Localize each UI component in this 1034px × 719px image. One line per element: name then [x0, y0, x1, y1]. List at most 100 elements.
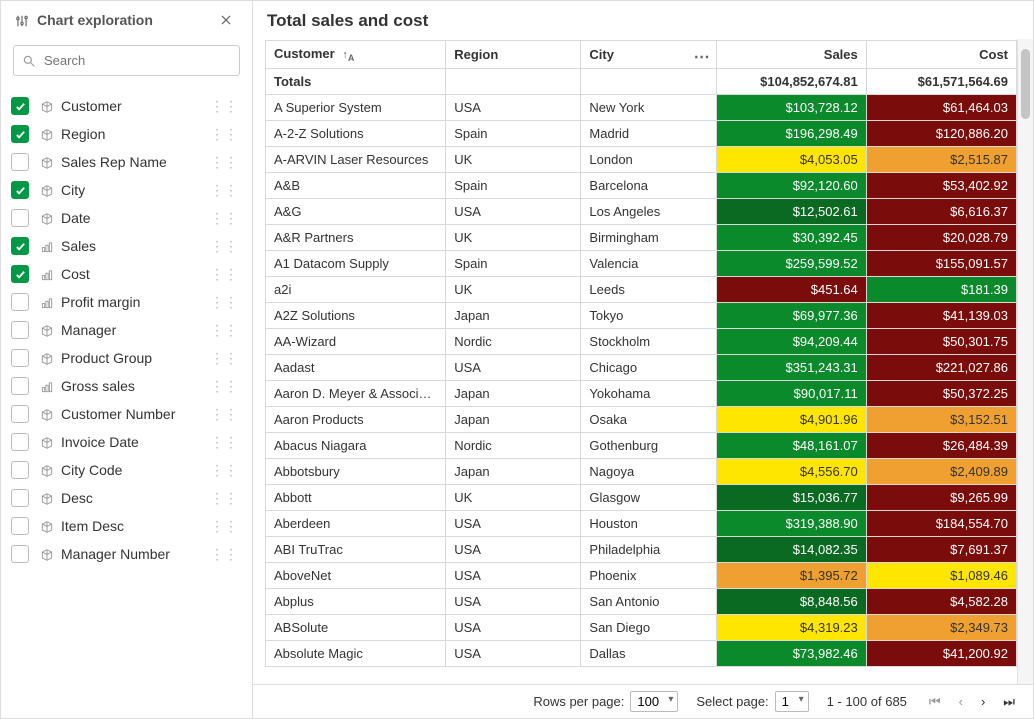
drag-handle-icon[interactable]: ⋮⋮ [206, 406, 242, 423]
drag-handle-icon[interactable]: ⋮⋮ [206, 266, 242, 283]
table-row[interactable]: AbbotsburyJapanNagoya$4,556.70$2,409.89 [266, 459, 1017, 485]
checkbox[interactable] [11, 125, 29, 143]
field-row[interactable]: Sales⋮⋮ [7, 232, 246, 260]
table-row[interactable]: AadastUSAChicago$351,243.31$221,027.86 [266, 355, 1017, 381]
checkbox[interactable] [11, 181, 29, 199]
scrollbar-thumb[interactable] [1021, 49, 1030, 119]
table-row[interactable]: A-ARVIN Laser ResourcesUKLondon$4,053.05… [266, 147, 1017, 173]
table-row[interactable]: A2Z SolutionsJapanTokyo$69,977.36$41,139… [266, 303, 1017, 329]
table-row[interactable]: Aaron D. Meyer & AssociatesJapanYokohama… [266, 381, 1017, 407]
drag-handle-icon[interactable]: ⋮⋮ [206, 182, 242, 199]
field-row[interactable]: Manager Number⋮⋮ [7, 540, 246, 568]
drag-handle-icon[interactable]: ⋮⋮ [206, 238, 242, 255]
field-row[interactable]: Customer Number⋮⋮ [7, 400, 246, 428]
select-page-select[interactable]: 1 [775, 691, 809, 712]
first-page-icon[interactable]: ⏮ [925, 692, 945, 712]
table-row[interactable]: A&BSpainBarcelona$92,120.60$53,402.92 [266, 173, 1017, 199]
column-header-region[interactable]: Region [446, 41, 581, 69]
table-row[interactable]: A Superior SystemUSANew York$103,728.12$… [266, 95, 1017, 121]
drag-handle-icon[interactable]: ⋮⋮ [206, 126, 242, 143]
column-header-sales[interactable]: Sales [716, 41, 866, 69]
table-row[interactable]: AA-WizardNordicStockholm$94,209.44$50,30… [266, 329, 1017, 355]
cell-region: Nordic [446, 329, 581, 355]
table-row[interactable]: a2iUKLeeds$451.64$181.39 [266, 277, 1017, 303]
field-row[interactable]: Invoice Date⋮⋮ [7, 428, 246, 456]
cell-sales: $4,556.70 [716, 459, 866, 485]
table-row[interactable]: ABSoluteUSASan Diego$4,319.23$2,349.73 [266, 615, 1017, 641]
field-row[interactable]: Manager⋮⋮ [7, 316, 246, 344]
search-input[interactable] [42, 52, 231, 69]
table-row[interactable]: Aaron ProductsJapanOsaka$4,901.96$3,152.… [266, 407, 1017, 433]
cell-sales: $259,599.52 [716, 251, 866, 277]
drag-handle-icon[interactable]: ⋮⋮ [206, 98, 242, 115]
field-row[interactable]: Date⋮⋮ [7, 204, 246, 232]
drag-handle-icon[interactable]: ⋮⋮ [206, 490, 242, 507]
cell-sales: $73,982.46 [716, 641, 866, 667]
field-row[interactable]: Product Group⋮⋮ [7, 344, 246, 372]
table-row[interactable]: AboveNetUSAPhoenix$1,395.72$1,089.46 [266, 563, 1017, 589]
checkbox[interactable] [11, 97, 29, 115]
drag-handle-icon[interactable]: ⋮⋮ [206, 154, 242, 171]
field-row[interactable]: City⋮⋮ [7, 176, 246, 204]
close-icon[interactable] [214, 11, 238, 29]
drag-handle-icon[interactable]: ⋮⋮ [206, 210, 242, 227]
drag-handle-icon[interactable]: ⋮⋮ [206, 518, 242, 535]
field-row[interactable]: Item Desc⋮⋮ [7, 512, 246, 540]
checkbox[interactable] [11, 265, 29, 283]
drag-handle-icon[interactable]: ⋮⋮ [206, 434, 242, 451]
table-row[interactable]: Absolute MagicUSADallas$73,982.46$41,200… [266, 641, 1017, 667]
table-row[interactable]: Abacus NiagaraNordicGothenburg$48,161.07… [266, 433, 1017, 459]
vertical-scrollbar[interactable] [1017, 39, 1033, 684]
column-header-cost[interactable]: Cost [866, 41, 1016, 69]
table-row[interactable]: AbplusUSASan Antonio$8,848.56$4,582.28 [266, 589, 1017, 615]
drag-handle-icon[interactable]: ⋮⋮ [206, 322, 242, 339]
checkbox[interactable] [11, 433, 29, 451]
column-options-icon[interactable]: ⋯ [694, 47, 710, 67]
drag-handle-icon[interactable]: ⋮⋮ [206, 350, 242, 367]
field-row[interactable]: Profit margin⋮⋮ [7, 288, 246, 316]
sort-ascending-icon: ↑A [342, 49, 354, 61]
drag-handle-icon[interactable]: ⋮⋮ [206, 294, 242, 311]
checkbox[interactable] [11, 293, 29, 311]
drag-handle-icon[interactable]: ⋮⋮ [206, 546, 242, 563]
table-row[interactable]: AbbottUKGlasgow$15,036.77$9,265.99 [266, 485, 1017, 511]
field-row[interactable]: Region⋮⋮ [7, 120, 246, 148]
field-row[interactable]: Desc⋮⋮ [7, 484, 246, 512]
checkbox[interactable] [11, 461, 29, 479]
field-row[interactable]: Customer⋮⋮ [7, 92, 246, 120]
search-input-wrapper[interactable] [13, 45, 240, 76]
table-row[interactable]: A&R PartnersUKBirmingham$30,392.45$20,02… [266, 225, 1017, 251]
drag-handle-icon[interactable]: ⋮⋮ [206, 462, 242, 479]
next-page-icon[interactable]: › [977, 692, 989, 711]
checkbox[interactable] [11, 153, 29, 171]
cell-cost: $50,372.25 [866, 381, 1016, 407]
rows-per-page-select[interactable]: 100 [630, 691, 678, 712]
checkbox[interactable] [11, 405, 29, 423]
table-row[interactable]: A1 Datacom SupplySpainValencia$259,599.5… [266, 251, 1017, 277]
field-row[interactable]: Sales Rep Name⋮⋮ [7, 148, 246, 176]
cell-customer: AboveNet [266, 563, 446, 589]
checkbox[interactable] [11, 545, 29, 563]
field-row[interactable]: Gross sales⋮⋮ [7, 372, 246, 400]
cell-region: Japan [446, 303, 581, 329]
table-row[interactable]: A&GUSALos Angeles$12,502.61$6,616.37 [266, 199, 1017, 225]
drag-handle-icon[interactable]: ⋮⋮ [206, 378, 242, 395]
field-row[interactable]: City Code⋮⋮ [7, 456, 246, 484]
table-row[interactable]: A-2-Z SolutionsSpainMadrid$196,298.49$12… [266, 121, 1017, 147]
column-header-city[interactable]: City ⋯ [581, 41, 716, 69]
checkbox[interactable] [11, 349, 29, 367]
table-row[interactable]: ABI TruTracUSAPhiladelphia$14,082.35$7,6… [266, 537, 1017, 563]
checkbox[interactable] [11, 237, 29, 255]
cell-sales: $48,161.07 [716, 433, 866, 459]
table-row[interactable]: AberdeenUSAHouston$319,388.90$184,554.70 [266, 511, 1017, 537]
cell-region: USA [446, 511, 581, 537]
field-row[interactable]: Cost⋮⋮ [7, 260, 246, 288]
prev-page-icon[interactable]: ‹ [955, 692, 967, 711]
checkbox[interactable] [11, 321, 29, 339]
column-header-customer[interactable]: Customer ↑A [266, 41, 446, 69]
checkbox[interactable] [11, 209, 29, 227]
checkbox[interactable] [11, 517, 29, 535]
checkbox[interactable] [11, 377, 29, 395]
last-page-icon[interactable]: ⏭ [999, 692, 1019, 712]
checkbox[interactable] [11, 489, 29, 507]
